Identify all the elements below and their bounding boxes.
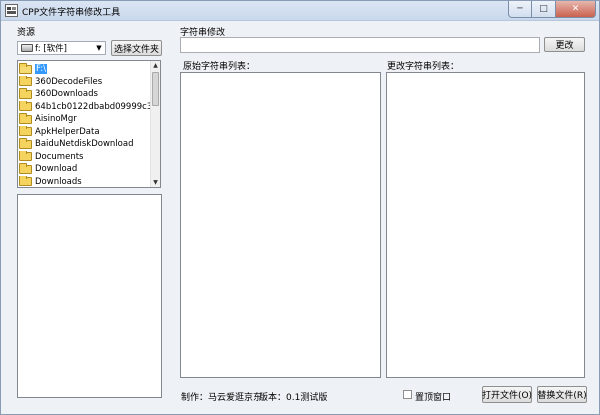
- main-window: CPP文件字符串修改工具 ─ □ ✕ 资源 f: [软件] ▼ 选择文件夹 F:…: [0, 0, 600, 415]
- folder-icon: [19, 125, 32, 136]
- maximize-button[interactable]: □: [532, 1, 556, 18]
- folder-name: 360DecodeFiles: [35, 76, 103, 87]
- folder-name: Documents: [35, 151, 84, 162]
- folder-name: BaiduNetdiskDownload: [35, 139, 134, 149]
- folder-name: Downloads: [35, 176, 82, 187]
- original-list-label: 原始字符串列表：: [183, 62, 256, 72]
- folder-icon: [19, 100, 32, 111]
- title-bar[interactable]: CPP文件字符串修改工具 ─ □ ✕: [1, 1, 599, 21]
- folder-name: 64b1cb0122dbabd09999c33b: [35, 101, 151, 112]
- topmost-checkbox[interactable]: [403, 390, 412, 399]
- folder-item[interactable]: Documents: [19, 150, 151, 163]
- folder-name: AisinoMgr: [35, 114, 77, 124]
- folder-name: 360Downloads: [35, 89, 98, 99]
- replace-file-button[interactable]: 替换文件(R): [537, 386, 587, 403]
- minimize-button[interactable]: ─: [508, 1, 532, 18]
- folder-item[interactable]: 360DecodeFiles: [19, 75, 151, 88]
- window-controls: ─ □ ✕: [508, 1, 596, 19]
- folder-item[interactable]: ApkHelperData: [19, 125, 151, 138]
- file-list[interactable]: [17, 194, 162, 398]
- scroll-up-icon[interactable]: ▲: [151, 61, 160, 70]
- version-text: 版本：0.1测试版: [259, 393, 328, 403]
- topmost-label[interactable]: 置顶窗口: [415, 390, 451, 403]
- chevron-down-icon[interactable]: ▼: [93, 44, 105, 52]
- folder-item[interactable]: 64b1cb0122dbabd09999c33b: [19, 100, 151, 113]
- window-title: CPP文件字符串修改工具: [22, 8, 121, 18]
- folder-icon: [19, 175, 32, 186]
- folder-list-scrollbar[interactable]: ▲ ▼: [150, 61, 160, 187]
- drive-select[interactable]: f: [软件] ▼: [17, 41, 106, 55]
- drive-icon: [21, 44, 33, 52]
- folder-item[interactable]: Download: [19, 163, 151, 175]
- drive-value: f: [软件]: [35, 44, 67, 54]
- folder-name: F:\: [35, 64, 47, 74]
- open-folder-icon: [19, 63, 32, 74]
- select-folder-button[interactable]: 选择文件夹: [111, 40, 162, 56]
- folder-icon: [19, 150, 32, 161]
- folder-icon: [19, 113, 32, 124]
- folder-icon: [19, 75, 32, 86]
- string-input[interactable]: [180, 37, 540, 53]
- changed-list-label: 更改字符串列表：: [387, 62, 460, 72]
- changed-string-list[interactable]: [386, 72, 585, 378]
- folder-list[interactable]: F:\ 360DecodeFiles 360Downloads 64b1cb01…: [17, 60, 161, 188]
- folder-name: ApkHelperData: [35, 126, 100, 137]
- app-icon: [5, 4, 18, 17]
- folder-icon: [19, 138, 32, 149]
- folder-item[interactable]: BaiduNetdiskDownload: [19, 138, 151, 150]
- original-string-list[interactable]: [180, 72, 381, 378]
- scrollbar-thumb[interactable]: [152, 72, 159, 106]
- folder-item[interactable]: AisinoMgr: [19, 113, 151, 125]
- folder-item-root[interactable]: F:\: [19, 63, 151, 75]
- resources-label: 资源: [17, 28, 36, 38]
- folder-item[interactable]: 360Downloads: [19, 88, 151, 100]
- open-file-button[interactable]: 打开文件(O): [482, 386, 532, 403]
- scroll-down-icon[interactable]: ▼: [151, 178, 160, 187]
- folder-name: Download: [35, 164, 78, 174]
- author-text: 制作：马云爱逛京东: [181, 393, 263, 403]
- change-button[interactable]: 更改: [544, 37, 585, 52]
- close-button[interactable]: ✕: [556, 1, 596, 18]
- folder-icon: [19, 88, 32, 99]
- folder-item[interactable]: Downloads: [19, 175, 151, 188]
- folder-icon: [19, 163, 32, 174]
